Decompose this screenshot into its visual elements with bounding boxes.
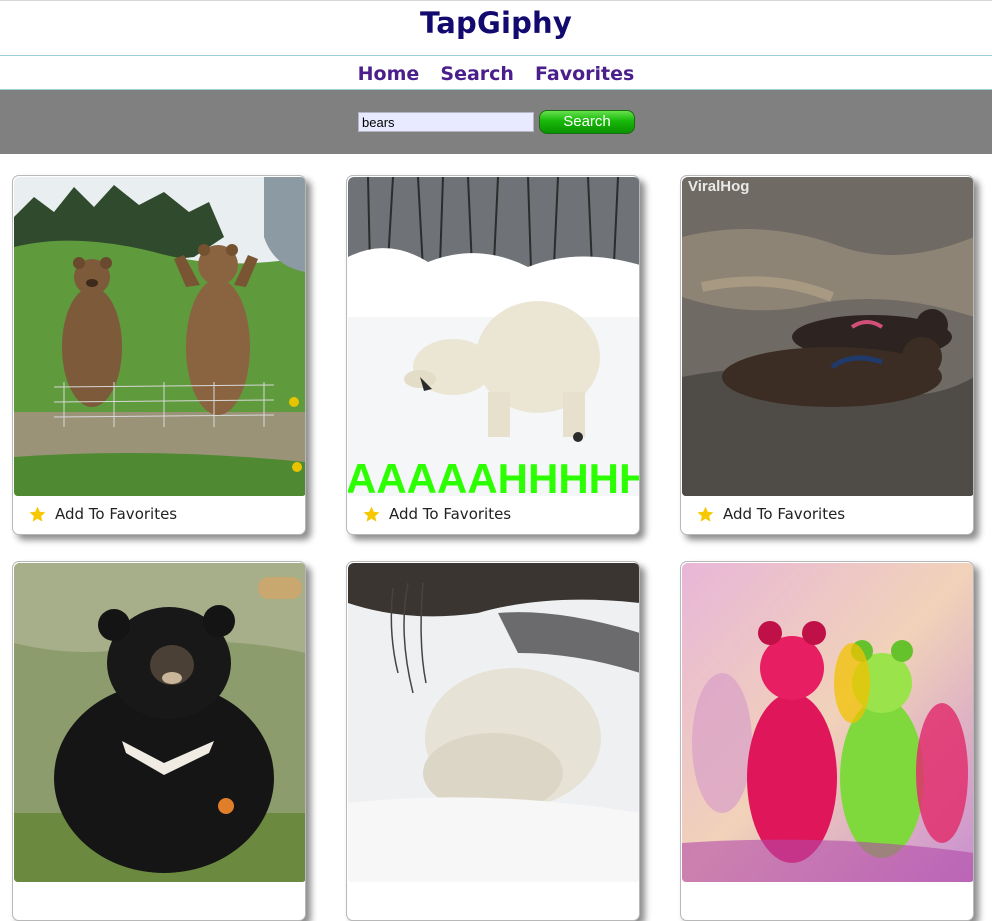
gif-card: ViralHog Add To Favorites	[680, 175, 974, 535]
gif-card	[12, 561, 306, 921]
search-input[interactable]	[358, 112, 534, 132]
star-icon	[363, 506, 380, 522]
gif-image-brown-bears[interactable]	[14, 177, 305, 496]
add-to-favorites-button[interactable]: Add To Favorites	[696, 503, 845, 525]
gif-card	[680, 561, 974, 921]
gif-card: AAAAAHHHHHH Add To Favorites	[346, 175, 640, 535]
add-to-favorites-label: Add To Favorites	[389, 505, 512, 523]
app-header: TapGiphy	[0, 0, 992, 56]
star-icon	[29, 506, 46, 522]
gif-image-black-bear[interactable]	[14, 563, 305, 882]
gif-image-bear-cubs[interactable]: ViralHog	[682, 177, 973, 496]
add-to-favorites-button[interactable]: Add To Favorites	[362, 503, 511, 525]
add-to-favorites-label: Add To Favorites	[723, 505, 846, 523]
nav-home-link[interactable]: Home	[358, 56, 420, 85]
viralhog-watermark: ViralHog	[688, 178, 749, 195]
search-bar: Search	[0, 90, 992, 154]
results-grid: Add To Favorites AAAAAHHHH Add To Favori…	[0, 175, 992, 921]
add-to-favorites-button[interactable]: Add To Favorites	[28, 503, 177, 525]
app-title: TapGiphy	[419, 6, 573, 40]
gif-caption: AAAAAHHHHHH	[348, 455, 640, 496]
gif-image-polar-bear[interactable]: AAAAAHHHHHH	[348, 177, 640, 496]
main-nav: Home Search Favorites	[0, 56, 992, 90]
gif-card	[346, 561, 640, 921]
nav-search-link[interactable]: Search	[440, 56, 514, 85]
gif-card: Add To Favorites	[12, 175, 306, 535]
gif-image-gummy-bears[interactable]	[682, 563, 973, 882]
add-to-favorites-label: Add To Favorites	[55, 505, 178, 523]
gif-image-polar-bear-snow[interactable]	[348, 563, 639, 882]
star-icon	[697, 506, 714, 522]
search-button[interactable]: Search	[539, 110, 635, 134]
nav-favorites-link[interactable]: Favorites	[535, 56, 634, 85]
